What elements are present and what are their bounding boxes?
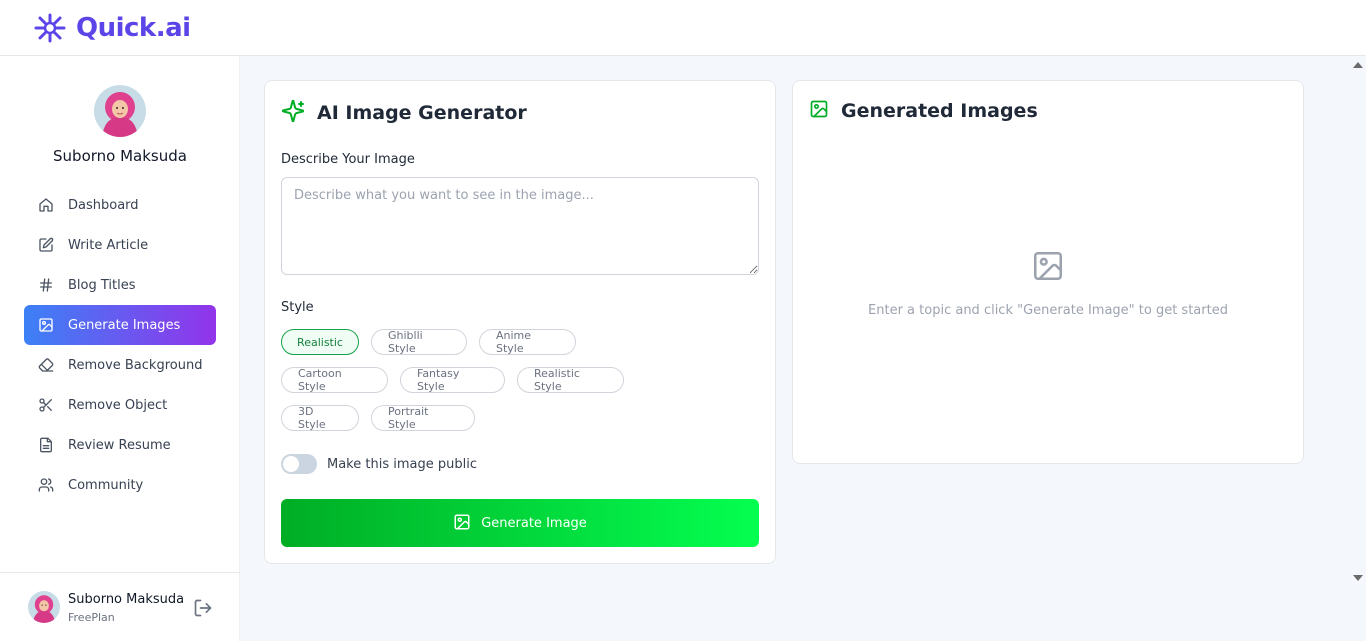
- style-option-portrait[interactable]: Portrait Style: [371, 405, 475, 431]
- profile-section: Suborno Maksuda: [0, 85, 240, 165]
- footer-user-name: Suborno Maksuda: [68, 592, 185, 607]
- sidebar-item-label: Remove Background: [68, 357, 203, 373]
- style-option-realistic-style[interactable]: Realistic Style: [517, 367, 624, 393]
- generate-image-button[interactable]: Generate Image: [281, 499, 759, 547]
- profile-name: Suborno Maksuda: [53, 147, 187, 165]
- eraser-icon: [38, 357, 54, 373]
- describe-label: Describe Your Image: [281, 152, 415, 167]
- image-icon: [38, 317, 54, 333]
- sidebar-item-label: Blog Titles: [68, 277, 136, 293]
- sidebar-item-blog-titles[interactable]: Blog Titles: [24, 265, 216, 305]
- generate-button-label: Generate Image: [481, 515, 587, 531]
- sidebar-item-label: Generate Images: [68, 317, 181, 333]
- results-title: Generated Images: [841, 100, 1038, 122]
- style-option-3d[interactable]: 3D Style: [281, 405, 359, 431]
- sidebar-nav: Dashboard Write Article Blog Titles Gene…: [24, 185, 216, 505]
- sparkle-logo-icon: [32, 12, 68, 44]
- house-icon: [38, 197, 54, 213]
- style-option-ghiblli[interactable]: Ghiblli Style: [371, 329, 467, 355]
- sidebar-item-dashboard[interactable]: Dashboard: [24, 185, 216, 225]
- sidebar-item-remove-object[interactable]: Remove Object: [24, 385, 216, 425]
- sidebar-item-review-resume[interactable]: Review Resume: [24, 425, 216, 465]
- style-option-cartoon[interactable]: Cartoon Style: [281, 367, 388, 393]
- avatar[interactable]: [94, 85, 146, 137]
- footer-user-plan: FreePlan: [68, 611, 115, 624]
- style-option-realistic[interactable]: Realistic: [281, 329, 359, 355]
- style-label: Style: [281, 300, 314, 315]
- square-pen-icon: [38, 237, 54, 253]
- image-icon: [453, 513, 471, 534]
- sidebar: Suborno Maksuda Dashboard Write Article …: [0, 56, 240, 641]
- scroll-up-arrow[interactable]: [1353, 62, 1363, 68]
- public-toggle-row: Make this image public: [281, 454, 477, 474]
- sidebar-item-label: Community: [68, 477, 144, 493]
- sidebar-item-label: Write Article: [68, 237, 149, 253]
- sidebar-item-remove-background[interactable]: Remove Background: [24, 345, 216, 385]
- hash-icon: [38, 277, 54, 293]
- generated-images-card: Generated Images Enter a topic and click…: [792, 80, 1304, 464]
- sidebar-item-community[interactable]: Community: [24, 465, 216, 505]
- sidebar-item-label: Review Resume: [68, 437, 171, 453]
- generator-header: AI Image Generator: [281, 99, 527, 127]
- style-option-anime[interactable]: Anime Style: [479, 329, 576, 355]
- style-option-fantasy[interactable]: Fantasy Style: [400, 367, 505, 393]
- scrollbar[interactable]: [1349, 56, 1366, 641]
- public-toggle-label: Make this image public: [327, 456, 477, 472]
- app-logo[interactable]: Quick.ai: [32, 12, 191, 44]
- results-header: Generated Images: [809, 99, 1038, 123]
- sidebar-item-label: Dashboard: [68, 197, 139, 213]
- sidebar-item-label: Remove Object: [68, 397, 168, 413]
- user-avatar[interactable]: [28, 591, 60, 623]
- sidebar-item-generate-images[interactable]: Generate Images: [24, 305, 216, 345]
- sidebar-footer: Suborno Maksuda FreePlan: [0, 572, 240, 641]
- describe-input[interactable]: [281, 177, 759, 275]
- empty-state-text: Enter a topic and click "Generate Image"…: [868, 303, 1228, 318]
- scissors-icon: [38, 397, 54, 413]
- image-placeholder-icon: [1031, 249, 1065, 283]
- generator-title: AI Image Generator: [317, 102, 527, 124]
- users-icon: [38, 477, 54, 493]
- image-icon: [809, 99, 829, 123]
- sparkles-icon: [281, 99, 305, 127]
- sidebar-item-write-article[interactable]: Write Article: [24, 225, 216, 265]
- image-generator-card: AI Image Generator Describe Your Image S…: [264, 80, 776, 564]
- top-bar: Quick.ai: [0, 0, 1366, 56]
- app-name: Quick.ai: [76, 13, 191, 43]
- toggle-knob: [283, 456, 299, 472]
- scroll-down-arrow[interactable]: [1353, 575, 1363, 581]
- empty-state: Enter a topic and click "Generate Image"…: [793, 249, 1303, 318]
- logout-icon[interactable]: [193, 598, 213, 618]
- public-toggle[interactable]: [281, 454, 317, 474]
- file-text-icon: [38, 437, 54, 453]
